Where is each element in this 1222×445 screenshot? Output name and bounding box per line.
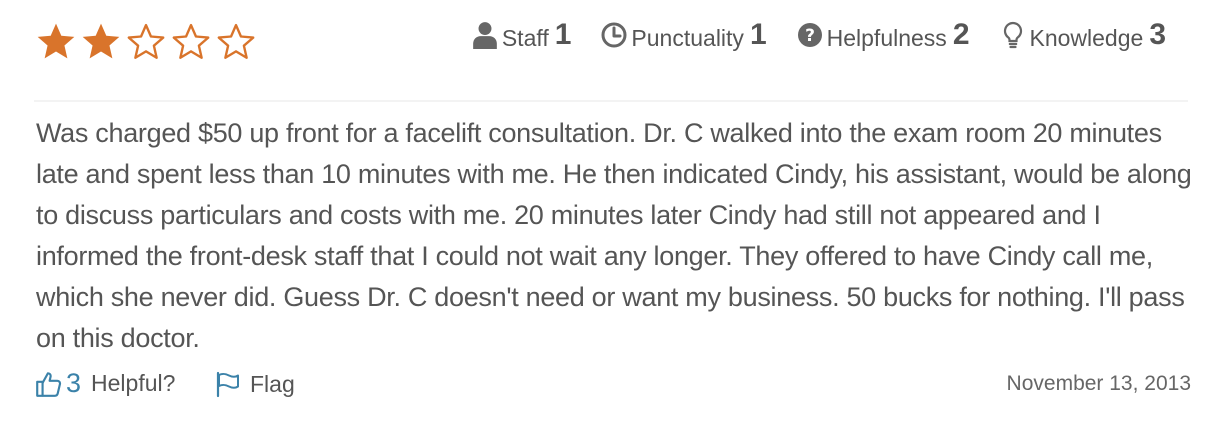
question-circle-icon: ? <box>797 23 822 47</box>
star-rating <box>34 20 258 64</box>
metric-label: Staff <box>501 24 549 51</box>
flag-button[interactable]: Flag <box>214 370 295 398</box>
flag-icon[interactable] <box>214 370 242 398</box>
star-filled-icon <box>37 23 75 59</box>
star-empty-icon <box>127 23 165 59</box>
star-empty-icon <box>217 23 255 59</box>
review-header: Staff 1 Punctuality 1 ? Helpfulness 2 Kn… <box>0 0 1222 90</box>
helpful-label[interactable]: Helpful? <box>91 370 175 397</box>
helpful-button[interactable]: 3 Helpful? <box>34 368 175 399</box>
review-text: Was charged $50 up front for a facelift … <box>36 118 1192 353</box>
lightbulb-icon <box>1003 21 1022 49</box>
star-empty-icon <box>172 23 210 59</box>
metric-helpfulness: ? Helpfulness 2 <box>797 18 970 52</box>
metric-value: 1 <box>554 18 572 51</box>
metric-label: Knowledge <box>1029 24 1144 51</box>
review-date: November 13, 2013 <box>1006 372 1191 395</box>
metric-value: 2 <box>952 18 970 51</box>
metric-staff: Staff 1 <box>472 18 572 52</box>
rating-metrics: Staff 1 Punctuality 1 ? Helpfulness 2 Kn… <box>472 18 1166 52</box>
metric-value: 1 <box>749 18 767 51</box>
divider <box>34 100 1188 102</box>
metric-value: 3 <box>1149 18 1166 51</box>
review-footer: 3 Helpful? Flag November 13, 2013 <box>0 366 1222 410</box>
thumbs-up-icon[interactable] <box>34 369 64 399</box>
metric-label: Punctuality <box>631 24 744 51</box>
metric-knowledge: Knowledge 3 <box>1000 18 1166 52</box>
flag-label[interactable]: Flag <box>250 371 295 398</box>
metric-punctuality: Punctuality 1 <box>601 18 767 52</box>
user-icon <box>472 22 497 49</box>
clock-icon <box>601 22 627 48</box>
svg-text:?: ? <box>805 26 815 46</box>
helpful-count: 3 <box>66 368 82 398</box>
metric-label: Helpfulness <box>826 24 947 51</box>
star-filled-icon <box>82 23 120 59</box>
